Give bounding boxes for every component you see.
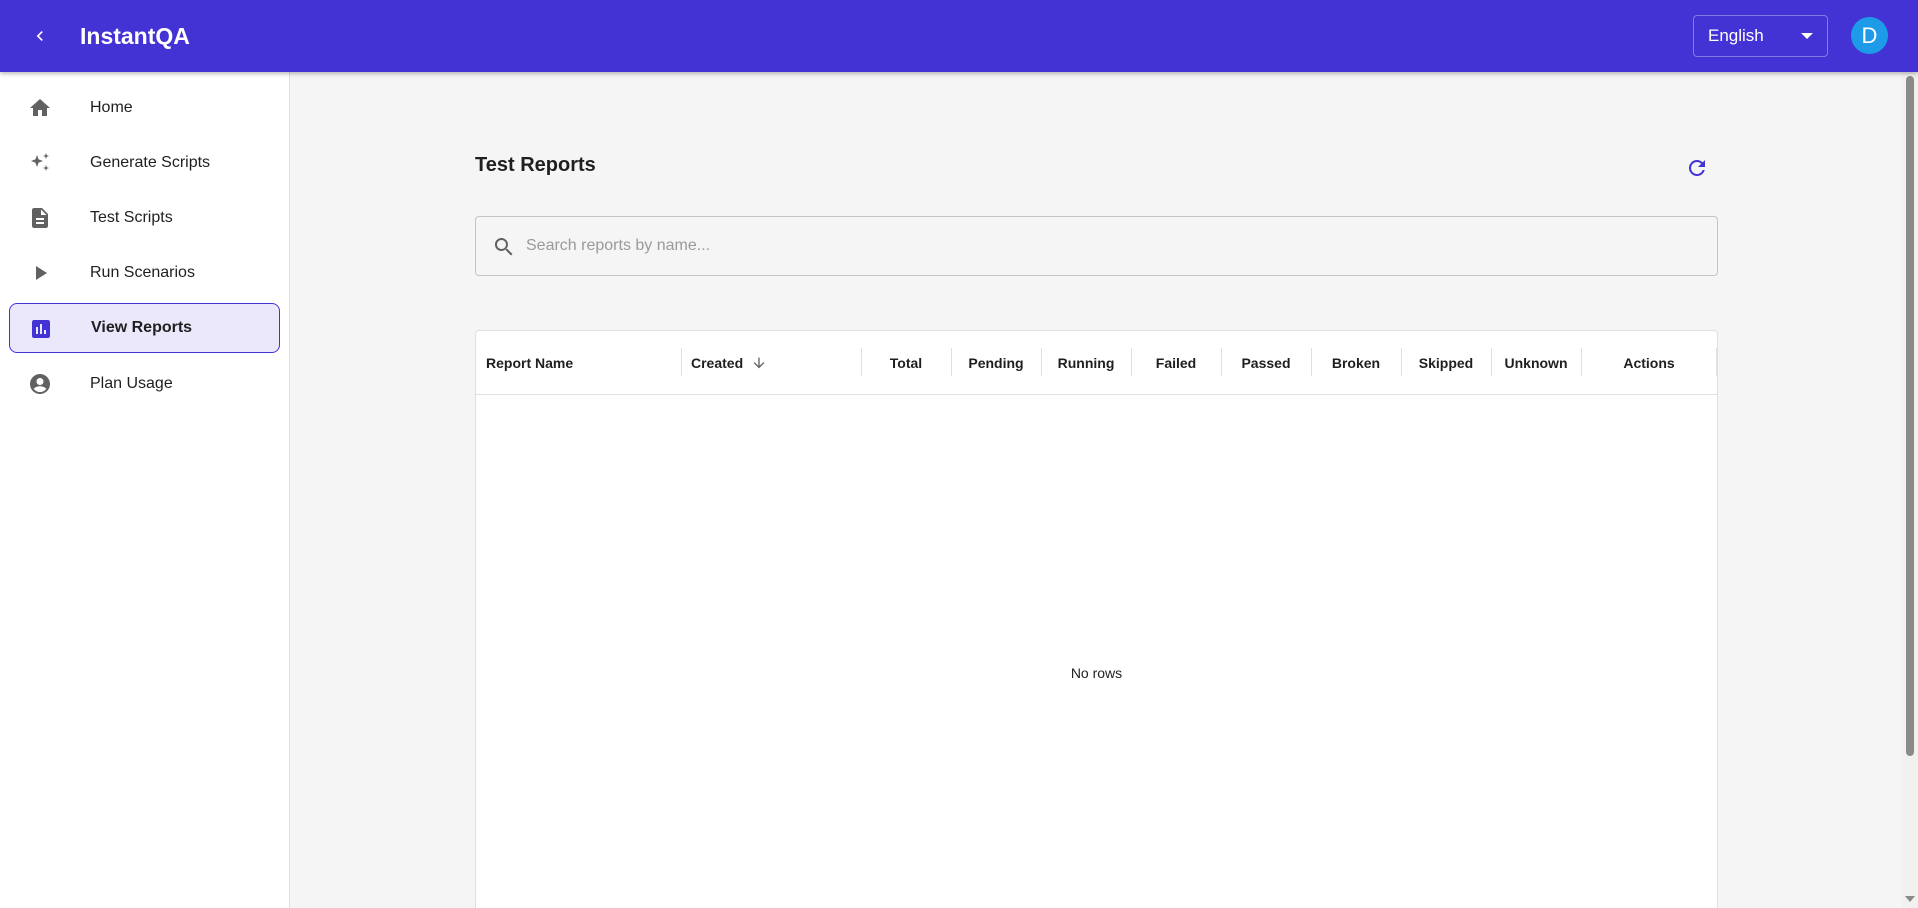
page-scrollbar[interactable] — [1902, 72, 1918, 908]
column-header-label: Failed — [1155, 355, 1197, 371]
caret-down-icon — [1801, 33, 1813, 39]
sidebar-item-run-scenarios[interactable]: Run Scenarios — [9, 248, 280, 298]
column-header-failed[interactable]: Failed — [1131, 331, 1221, 395]
language-select-value: English — [1708, 26, 1764, 45]
column-header-total[interactable]: Total — [861, 331, 951, 395]
account-circle-icon — [30, 374, 50, 394]
sidebar-item-label: Plan Usage — [90, 375, 173, 392]
sidebar-item-home[interactable]: Home — [9, 83, 280, 133]
sidebar-item-label: Generate Scripts — [90, 154, 211, 171]
table-header: Report Name Created Total Pending Runnin… — [476, 331, 1717, 395]
scrollbar-thumb[interactable] — [1906, 76, 1914, 756]
column-header-label: Created — [691, 355, 744, 371]
scroll-down-arrow-icon[interactable] — [1905, 896, 1915, 902]
search-icon — [494, 238, 513, 256]
chevron-left-icon — [36, 31, 43, 41]
page-title: Test Reports — [475, 154, 596, 176]
refresh-icon — [1688, 160, 1705, 176]
empty-state-message: No rows — [1070, 665, 1123, 681]
sidebar-item-label: Home — [90, 99, 133, 116]
column-header-label: Actions — [1623, 355, 1675, 371]
sidebar-item-label: View Reports — [91, 319, 193, 336]
avatar[interactable]: D — [1851, 17, 1888, 54]
home-icon — [30, 99, 50, 116]
sidebar-item-test-scripts[interactable]: Test Scripts — [9, 193, 280, 243]
column-header-unknown[interactable]: Unknown — [1491, 331, 1581, 395]
sparkles-icon — [31, 153, 49, 171]
sidebar-item-label: Test Scripts — [90, 209, 173, 226]
column-header-label: Running — [1057, 355, 1115, 371]
app-title: InstantQA — [80, 22, 190, 49]
search-input[interactable] — [526, 217, 1706, 275]
back-button[interactable] — [20, 16, 60, 56]
play-icon — [36, 266, 47, 280]
column-header-label: Unknown — [1504, 355, 1568, 371]
column-separator — [1716, 348, 1717, 376]
column-header-running[interactable]: Running — [1041, 331, 1131, 395]
language-select[interactable]: English — [1693, 15, 1828, 57]
sidebar-item-view-reports[interactable]: View Reports — [9, 303, 280, 353]
column-header-actions: Actions — [1581, 331, 1717, 395]
refresh-button[interactable] — [1681, 152, 1713, 184]
column-separator[interactable] — [681, 348, 682, 376]
column-header-label: Report Name — [486, 355, 574, 371]
column-header-pending[interactable]: Pending — [951, 331, 1041, 395]
column-header-report-name[interactable]: Report Name — [486, 331, 676, 395]
column-header-created[interactable]: Created — [691, 331, 861, 395]
sidebar: Home Generate Scripts Test Scripts Run S… — [0, 72, 290, 908]
sidebar-item-plan-usage[interactable]: Plan Usage — [9, 359, 280, 409]
reports-table: Report Name Created Total Pending Runnin… — [475, 330, 1718, 908]
arrow-down-icon[interactable] — [751, 355, 767, 371]
column-header-label: Passed — [1241, 355, 1291, 371]
column-header-skipped[interactable]: Skipped — [1401, 331, 1491, 395]
column-header-label: Skipped — [1418, 355, 1474, 371]
column-header-label: Pending — [968, 355, 1024, 371]
search-field[interactable] — [475, 216, 1718, 276]
column-header-passed[interactable]: Passed — [1221, 331, 1311, 395]
sidebar-item-generate-scripts[interactable]: Generate Scripts — [9, 138, 280, 188]
main-content: Test Reports Report Name Created Total P… — [291, 72, 1902, 908]
sidebar-item-label: Run Scenarios — [90, 264, 195, 281]
app-bar: InstantQA English D — [0, 0, 1918, 72]
column-header-label: Total — [889, 355, 923, 371]
document-icon — [32, 208, 48, 228]
column-header-broken[interactable]: Broken — [1311, 331, 1401, 395]
column-header-label: Broken — [1331, 355, 1381, 371]
bar-chart-icon — [32, 320, 50, 338]
